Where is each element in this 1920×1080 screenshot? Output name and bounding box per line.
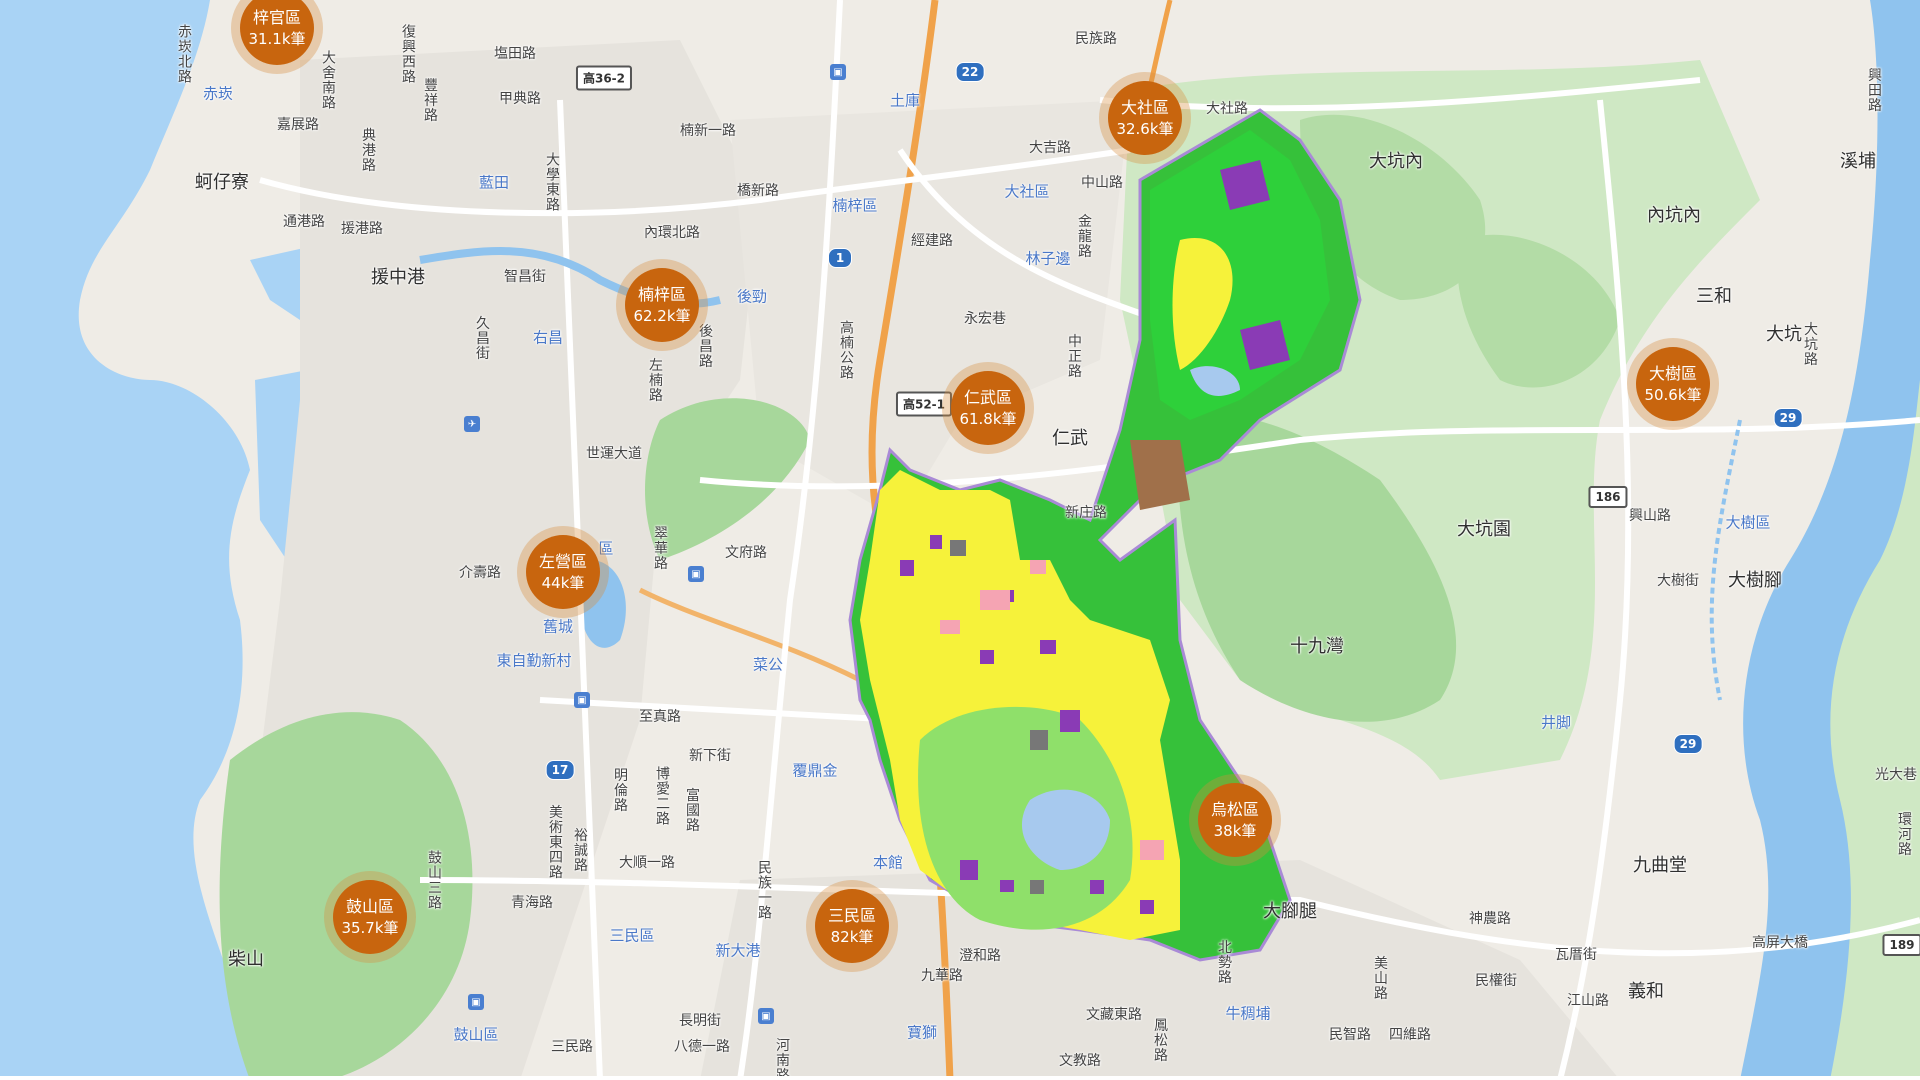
district-cluster-marker[interactable]: 大樹區 50.6k筆 bbox=[1627, 338, 1719, 430]
district-cluster-marker[interactable]: 仁武區 61.8k筆 bbox=[942, 362, 1034, 454]
district-name: 梓官區 bbox=[252, 8, 301, 28]
route-shield: 186 bbox=[1588, 486, 1628, 508]
record-count: 82k筆 bbox=[830, 927, 874, 946]
district-cluster-marker[interactable]: 三民區 82k筆 bbox=[806, 880, 898, 972]
district-name: 左營區 bbox=[538, 552, 587, 572]
district-name: 大社區 bbox=[1120, 98, 1169, 118]
metro-icon[interactable]: ▣ bbox=[688, 566, 704, 582]
route-shield: 高36-2 bbox=[575, 65, 633, 91]
airport-icon[interactable]: ✈ bbox=[464, 416, 480, 432]
district-name: 三民區 bbox=[827, 906, 876, 926]
record-count: 38k筆 bbox=[1213, 821, 1257, 840]
district-cluster-marker[interactable]: 鼓山區 35.7k筆 bbox=[324, 871, 416, 963]
route-shield: 17 bbox=[545, 760, 575, 780]
map-bottom-edge bbox=[0, 1076, 1920, 1080]
record-count: 35.7k筆 bbox=[341, 918, 399, 937]
district-name: 仁武區 bbox=[963, 388, 1012, 408]
basemap bbox=[0, 0, 1920, 1080]
metro-icon[interactable]: ▣ bbox=[830, 64, 846, 80]
record-count: 62.2k筆 bbox=[633, 306, 691, 325]
record-count: 50.6k筆 bbox=[1644, 385, 1702, 404]
metro-icon[interactable]: ▣ bbox=[574, 692, 590, 708]
district-name: 鼓山區 bbox=[345, 897, 394, 917]
route-shield: 29 bbox=[1773, 408, 1803, 428]
district-cluster-marker[interactable]: 楠梓區 62.2k筆 bbox=[616, 259, 708, 351]
district-name: 大樹區 bbox=[1648, 364, 1697, 384]
route-shield: 22 bbox=[955, 62, 985, 82]
record-count: 61.8k筆 bbox=[959, 409, 1017, 428]
zone-brown[interactable] bbox=[1130, 440, 1190, 510]
metro-icon[interactable]: ▣ bbox=[758, 1008, 774, 1024]
route-shield: 29 bbox=[1673, 734, 1703, 754]
district-name: 楠梓區 bbox=[637, 285, 686, 305]
metro-icon[interactable]: ▣ bbox=[468, 994, 484, 1010]
district-cluster-marker[interactable]: 烏松區 38k筆 bbox=[1189, 774, 1281, 866]
record-count: 32.6k筆 bbox=[1116, 119, 1174, 138]
district-cluster-marker[interactable]: 大社區 32.6k筆 bbox=[1099, 72, 1191, 164]
route-shield: 1 bbox=[828, 248, 852, 268]
route-shield: 189 bbox=[1882, 934, 1920, 956]
record-count: 44k筆 bbox=[541, 573, 585, 592]
map-view[interactable]: 蚵仔寮 援中港 赤崁 藍田 右昌 後勁 楠梓區 土庫 大社區 林子邊 仁武 大坑… bbox=[0, 0, 1920, 1080]
record-count: 31.1k筆 bbox=[248, 29, 306, 48]
district-name: 烏松區 bbox=[1210, 800, 1259, 820]
district-cluster-marker[interactable]: 左營區 44k筆 bbox=[517, 526, 609, 618]
